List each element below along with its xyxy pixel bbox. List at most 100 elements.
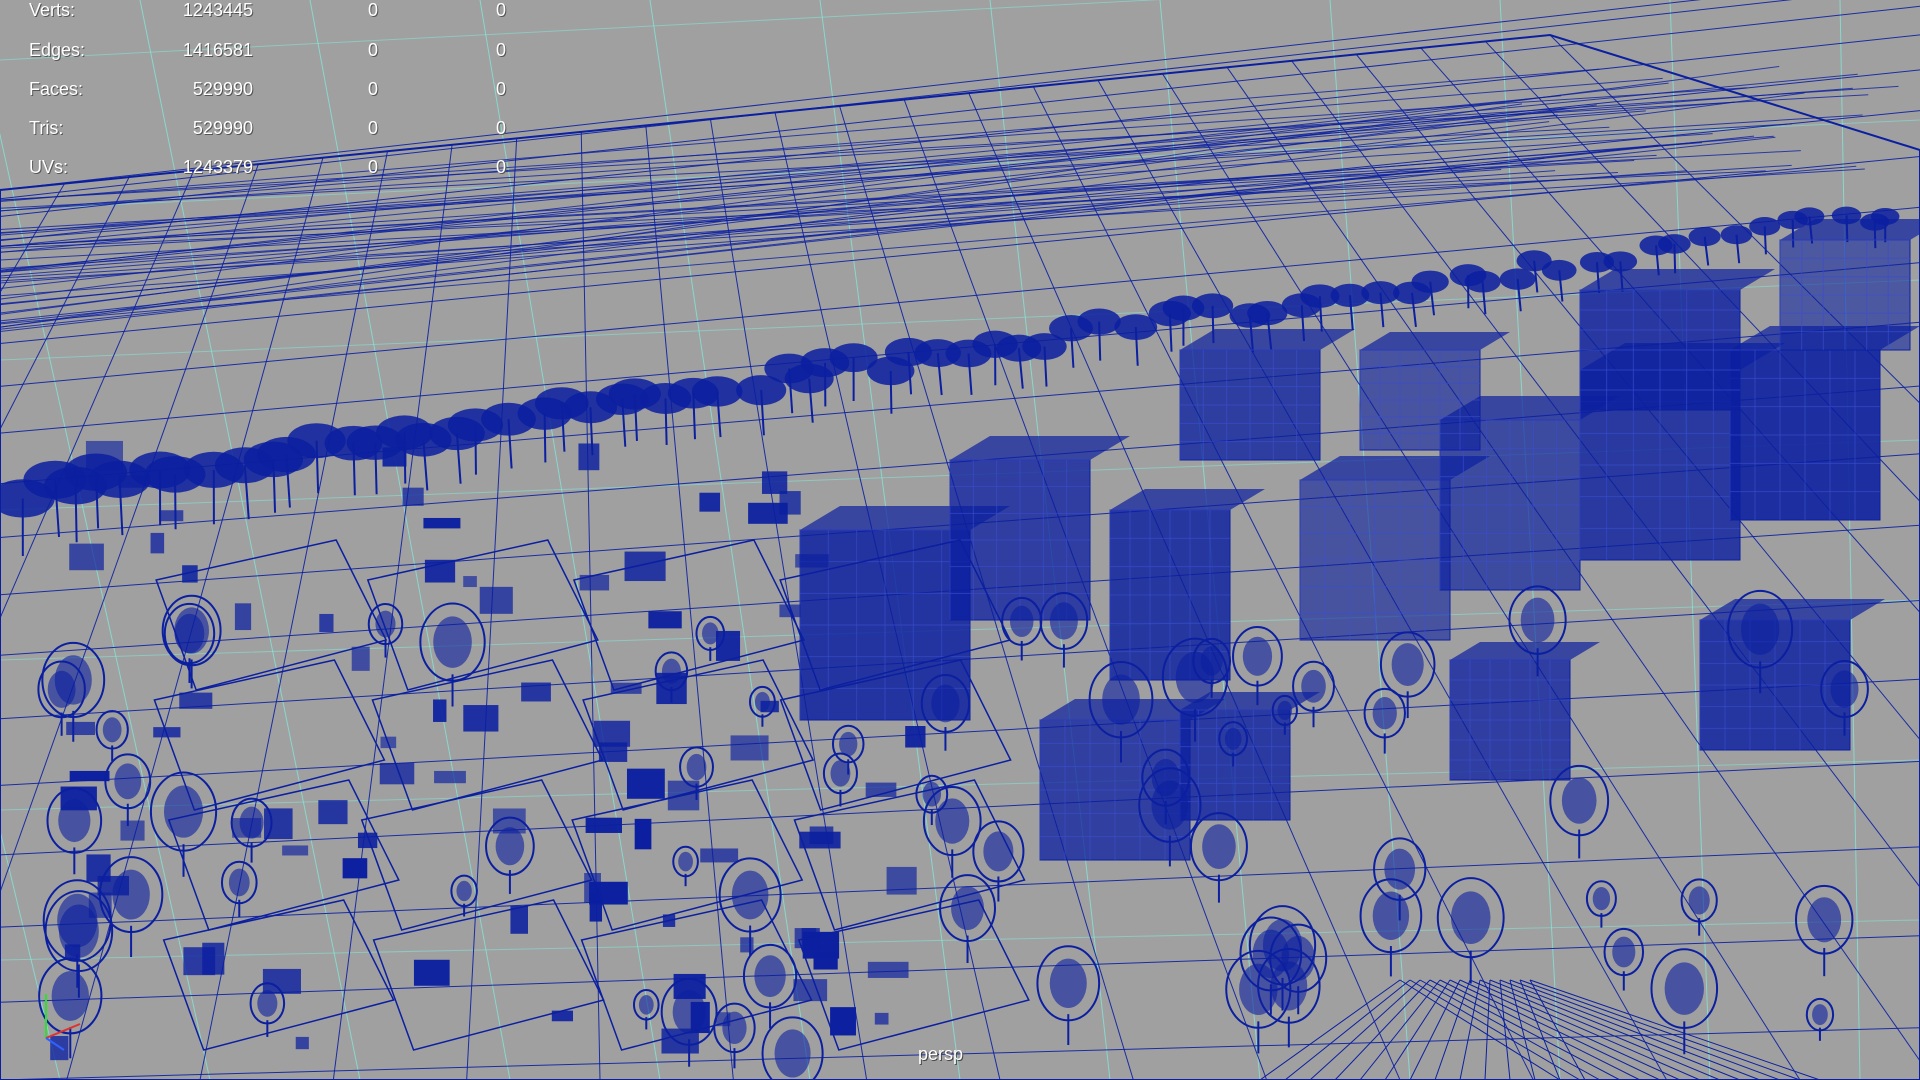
house bbox=[730, 735, 769, 761]
house bbox=[433, 699, 447, 722]
tree-fill bbox=[1200, 646, 1223, 676]
tree-fill bbox=[754, 691, 770, 712]
house bbox=[510, 905, 529, 934]
dome-wire bbox=[1459, 979, 1681, 1080]
hud-total: 1416581 bbox=[182, 40, 253, 60]
tree-fill bbox=[163, 785, 204, 838]
tree-fill bbox=[102, 717, 122, 743]
dome-wire bbox=[1529, 979, 1586, 1080]
house bbox=[624, 551, 666, 582]
house bbox=[202, 942, 225, 975]
house bbox=[479, 586, 513, 614]
palm-trunk bbox=[1673, 243, 1677, 274]
tree-fill bbox=[931, 684, 960, 723]
hud-total: 529990 bbox=[192, 79, 253, 99]
tree-fill bbox=[456, 880, 472, 902]
hud-row-uvs: UVs: 1243379 0 0 bbox=[0, 157, 560, 189]
house bbox=[761, 471, 788, 494]
house bbox=[886, 866, 917, 895]
hud-label: Verts: bbox=[29, 0, 76, 20]
tree-fill bbox=[1102, 674, 1140, 725]
house bbox=[699, 492, 721, 512]
tree-fill bbox=[1049, 958, 1087, 1008]
hud-selected: 0 bbox=[368, 79, 379, 99]
tree-fill bbox=[686, 753, 707, 781]
tree-fill bbox=[114, 763, 142, 800]
city-block-outline bbox=[366, 539, 599, 691]
x-axis-line bbox=[45, 1023, 81, 1039]
tree-fill bbox=[54, 655, 92, 705]
dome-wire bbox=[1399, 979, 1561, 1080]
tree-fill bbox=[774, 1029, 811, 1078]
house bbox=[150, 532, 165, 554]
tree-fill bbox=[228, 868, 250, 897]
tree-fill bbox=[1830, 670, 1859, 708]
tree-fill bbox=[433, 616, 472, 668]
house bbox=[319, 613, 334, 633]
tree-fill bbox=[1612, 936, 1636, 968]
plane-grid-line bbox=[0, 183, 66, 294]
tree-fill bbox=[375, 610, 396, 638]
hud-selected: 0 bbox=[368, 157, 379, 177]
tree-fill bbox=[58, 799, 91, 843]
palm-trunk bbox=[74, 485, 78, 543]
house bbox=[463, 705, 499, 732]
tree-fill bbox=[1281, 935, 1316, 981]
house bbox=[874, 1012, 889, 1025]
tree-fill bbox=[1049, 602, 1078, 640]
house bbox=[779, 491, 801, 515]
house bbox=[423, 517, 461, 529]
poly-count-hud: Verts: 1243445 0 0 Edges: 1416581 0 0 Fa… bbox=[0, 0, 560, 180]
house bbox=[740, 937, 754, 953]
hud-row-faces: Faces: 529990 0 0 bbox=[0, 79, 560, 111]
hud-total: 529990 bbox=[192, 118, 253, 138]
tree-fill bbox=[1372, 697, 1397, 730]
palm-trunk bbox=[374, 442, 378, 495]
tree-fill bbox=[174, 613, 205, 654]
hud-selected: 0 bbox=[368, 0, 379, 20]
dome-wire bbox=[1359, 979, 1441, 1080]
building-roof bbox=[1180, 329, 1355, 350]
palm-trunk bbox=[664, 398, 668, 445]
tree-fill bbox=[1224, 727, 1242, 750]
house bbox=[634, 818, 652, 850]
house bbox=[120, 820, 145, 841]
building-roof bbox=[1360, 332, 1510, 350]
house bbox=[434, 770, 466, 784]
grid-line bbox=[1839, 0, 1861, 1080]
hud-selected-2: 0 bbox=[496, 0, 507, 20]
tree-fill bbox=[57, 893, 98, 948]
tree-fill bbox=[1151, 758, 1180, 797]
house bbox=[700, 848, 739, 863]
hud-selected: 0 bbox=[368, 40, 379, 60]
hud-selected-2: 0 bbox=[496, 118, 507, 138]
tree-fill bbox=[678, 851, 693, 872]
tree-fill bbox=[839, 731, 858, 757]
tree-fill bbox=[257, 989, 278, 1017]
hud-total: 1243379 bbox=[182, 157, 253, 177]
house bbox=[905, 725, 926, 748]
city-block-outline bbox=[572, 539, 805, 691]
house bbox=[234, 603, 252, 631]
tree-fill bbox=[722, 1011, 747, 1045]
house bbox=[521, 682, 551, 702]
tree-fill bbox=[1391, 643, 1424, 686]
hud-row-tris: Tris: 529990 0 0 bbox=[0, 118, 560, 150]
building-roof bbox=[950, 436, 1130, 460]
building-roof bbox=[1110, 489, 1265, 510]
tree-fill bbox=[1009, 605, 1034, 638]
house bbox=[382, 447, 407, 467]
axis-gizmo-icon bbox=[45, 994, 81, 1051]
tree-fill bbox=[1372, 891, 1410, 940]
dome-wire bbox=[1519, 979, 1801, 1080]
dome-wire bbox=[1309, 979, 1421, 1080]
house bbox=[795, 554, 829, 568]
house bbox=[598, 742, 628, 762]
palm-trunk bbox=[1763, 226, 1767, 255]
tree-fill bbox=[935, 798, 970, 844]
house bbox=[351, 646, 370, 671]
hud-selected-2: 0 bbox=[496, 40, 507, 60]
house bbox=[118, 475, 146, 488]
dome-wire bbox=[1509, 979, 1536, 1080]
dome-wire bbox=[1429, 979, 1621, 1080]
